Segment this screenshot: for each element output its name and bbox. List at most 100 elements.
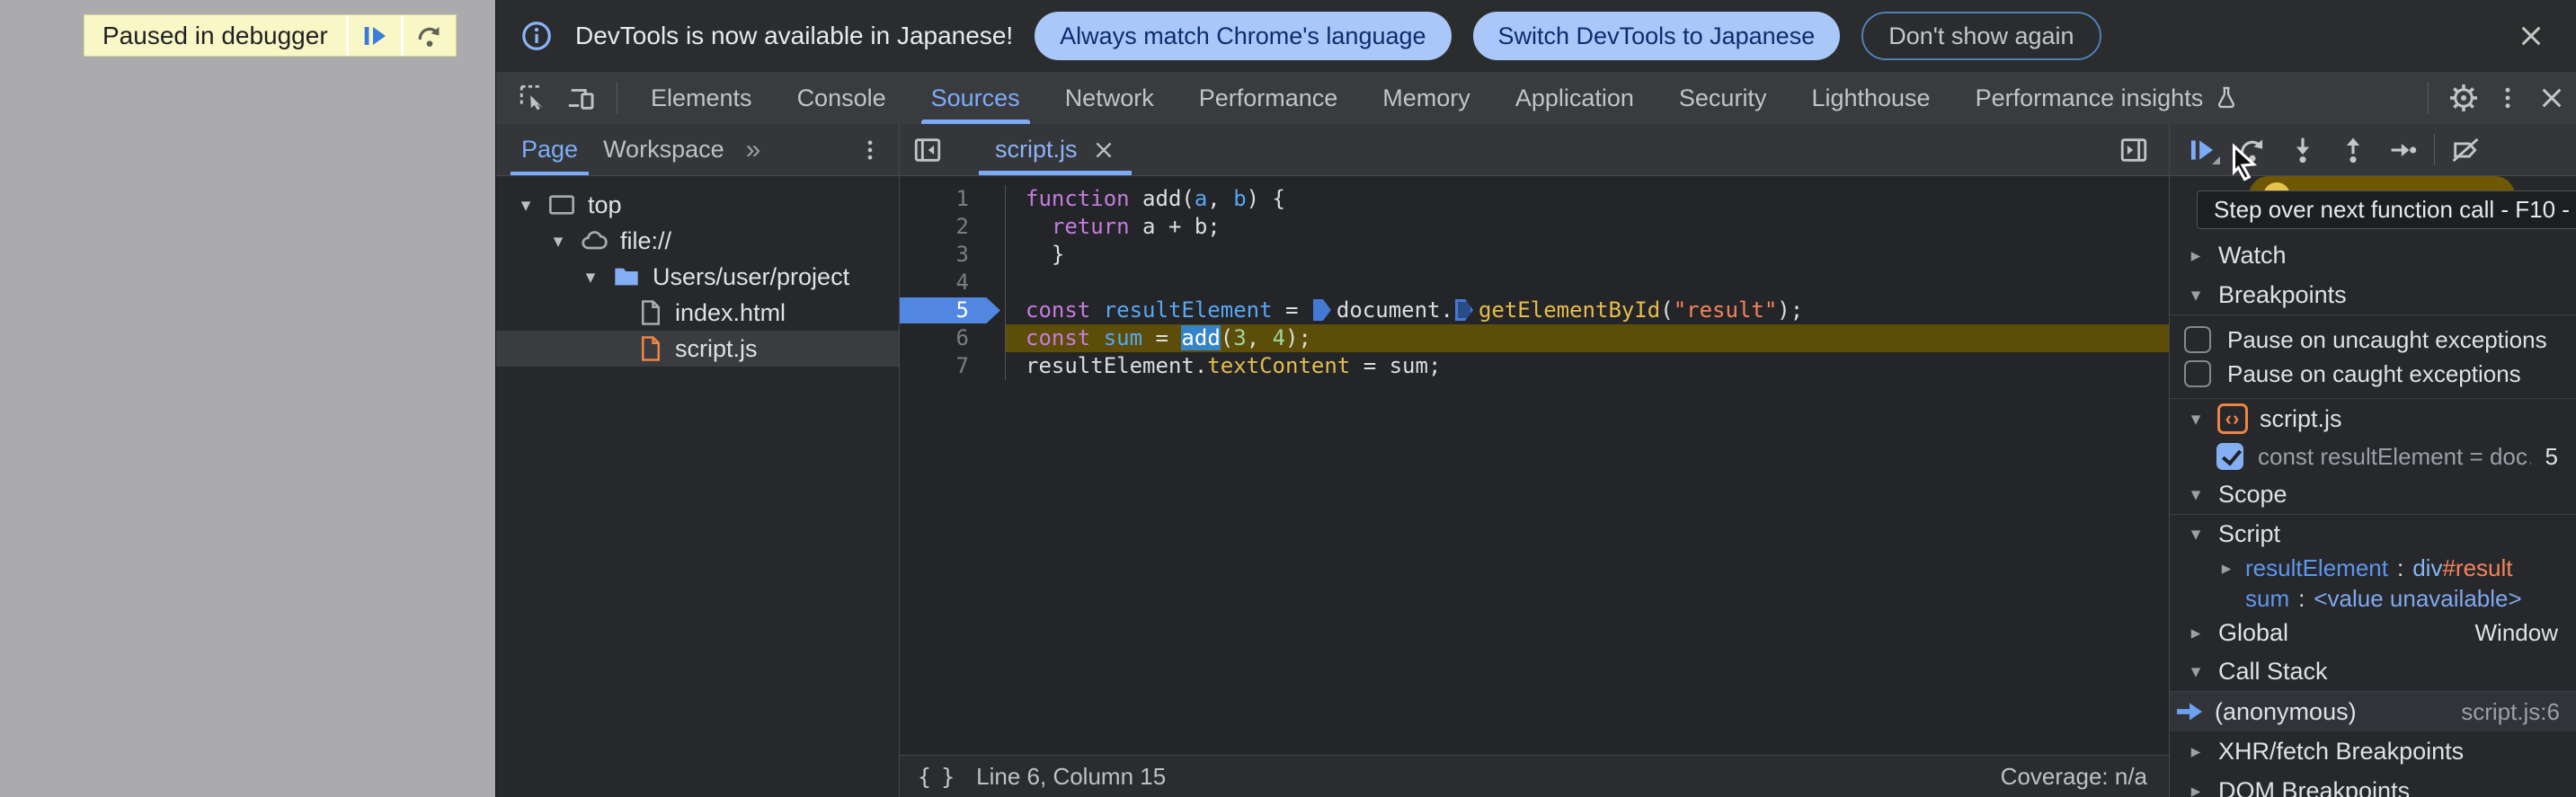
coverage-status[interactable]: Coverage: n/a <box>2001 763 2147 791</box>
step-over-button-banner[interactable] <box>404 15 456 56</box>
tree-item-index-html[interactable]: index.html <box>496 295 899 331</box>
step-button[interactable] <box>2378 124 2429 175</box>
section-scope[interactable]: ▾ Scope <box>2170 474 2576 514</box>
always-match-language-button[interactable]: Always match Chrome's language <box>1035 12 1452 60</box>
devtools-window: DevTools is now available in Japanese! A… <box>495 0 2576 797</box>
dont-show-again-button[interactable]: Don't show again <box>1861 12 2101 60</box>
pause-uncaught-checkbox[interactable] <box>2184 326 2211 353</box>
switch-to-japanese-button[interactable]: Switch DevTools to Japanese <box>1472 12 1841 60</box>
step-into-button[interactable] <box>2278 124 2328 175</box>
cursor-position-label: Line 6, Column 15 <box>976 762 1167 790</box>
step-out-button[interactable] <box>2328 124 2378 175</box>
more-options-button[interactable] <box>2488 72 2527 124</box>
tab-security[interactable]: Security <box>1657 72 1790 124</box>
tab-sources[interactable]: Sources <box>909 72 1043 124</box>
editor-tab-strip: script.js <box>900 124 2169 176</box>
scope-script-group[interactable]: ▾ Script <box>2170 515 2576 553</box>
collapse-triangle: ▸ <box>2190 780 2201 797</box>
code-line: 2 return a + b; <box>900 213 2169 241</box>
gutter-line-number[interactable]: 7 <box>900 352 1006 380</box>
tree-item-top[interactable]: ▾ top <box>496 187 899 223</box>
expand-triangle: ▸ <box>2221 557 2232 579</box>
settings-button[interactable] <box>2439 72 2488 124</box>
code-text[interactable]: return a + b; <box>1006 213 2169 241</box>
code-line: 6 const sum = add(3, 4); <box>900 324 2169 352</box>
tab-network[interactable]: Network <box>1043 72 1177 124</box>
collapse-triangle: ▾ <box>2190 483 2201 505</box>
tree-item-script-js[interactable]: script.js <box>496 331 899 367</box>
info-icon <box>520 19 554 53</box>
collapse-navigator-button[interactable] <box>900 135 955 165</box>
section-dom-breakpoints[interactable]: ▸ DOM Breakpoints <box>2170 771 2576 797</box>
collapse-triangle: ▾ <box>2190 408 2201 429</box>
language-infobar: DevTools is now available in Japanese! A… <box>496 0 2576 72</box>
tab-memory[interactable]: Memory <box>1360 72 1493 124</box>
collapse-triangle: ▾ <box>2190 660 2201 682</box>
debugger-sections: ▸ Watch ▾ Breakpoints Pause on uncaught … <box>2170 176 2576 797</box>
section-xhr-breakpoints[interactable]: ▸ XHR/fetch Breakpoints <box>2170 731 2576 771</box>
scope-var-sum[interactable]: sum: <value unavailable> <box>2170 583 2576 614</box>
infobar-close-button[interactable] <box>2517 22 2545 50</box>
breakpoint-entry[interactable]: const resultElement = doc… 5 <box>2170 438 2576 474</box>
step-out-icon <box>2338 135 2368 165</box>
inspect-element-button[interactable] <box>509 72 557 124</box>
tab-workspace[interactable]: Workspace <box>591 124 737 175</box>
close-devtools-button[interactable] <box>2527 72 2576 124</box>
more-tabs-chevrons[interactable]: » <box>746 135 761 165</box>
gutter-line-number[interactable]: 3 <box>900 241 1006 269</box>
tab-elements[interactable]: Elements <box>628 72 775 124</box>
scope-global-group[interactable]: ▸ Global Window <box>2170 614 2576 651</box>
code-lines: 1 function add(a, b) {2 return a + b; 3 } 4… <box>900 176 2169 755</box>
code-text[interactable]: resultElement.textContent = sum; <box>1006 352 2169 380</box>
breakpoint-enabled-checkbox[interactable] <box>2216 443 2243 470</box>
deactivate-breakpoints-button[interactable] <box>2440 124 2491 175</box>
step-icon <box>2388 135 2419 165</box>
section-breakpoints[interactable]: ▾ Breakpoints <box>2170 275 2576 314</box>
expand-triangle[interactable]: ▾ <box>548 230 568 252</box>
expand-triangle[interactable]: ▾ <box>516 194 536 217</box>
step-over-icon <box>415 22 444 50</box>
tree-item-file-protocol[interactable]: ▾ file:// <box>496 223 899 259</box>
toolbar-separator <box>2428 82 2429 114</box>
gutter-line-number[interactable]: 6 <box>900 324 1006 352</box>
resume-script-execution-button[interactable] <box>2177 124 2227 175</box>
tab-application[interactable]: Application <box>1493 72 1657 124</box>
editor-tab-script-js[interactable]: script.js <box>972 124 1139 175</box>
panel-collapse-right-icon <box>2119 135 2149 165</box>
gutter-line-number[interactable]: 1 <box>900 185 1006 213</box>
tab-page[interactable]: Page <box>509 124 591 175</box>
section-watch[interactable]: ▸ Watch <box>2170 235 2576 275</box>
close-icon <box>2537 84 2566 112</box>
code-text[interactable] <box>1006 269 2169 297</box>
code-text[interactable]: function add(a, b) { <box>1006 185 2169 213</box>
tab-performance[interactable]: Performance <box>1177 72 1361 124</box>
tab-lighthouse[interactable]: Lighthouse <box>1789 72 1952 124</box>
scope-var-resultelement[interactable]: ▸ resultElement: div#result <box>2170 553 2576 583</box>
toggle-device-toolbar-button[interactable] <box>557 72 606 124</box>
gutter-line-number[interactable]: 4 <box>900 269 1006 297</box>
inline-breakpoint-marker-icon[interactable] <box>1454 299 1473 321</box>
section-call-stack[interactable]: ▾ Call Stack <box>2170 651 2576 691</box>
tab-performance-insights[interactable]: Performance insights <box>1953 72 2262 124</box>
gutter-line-number[interactable]: 2 <box>900 213 1006 241</box>
tree-item-project-folder[interactable]: ▾ Users/user/project <box>496 259 899 295</box>
device-toolbar-icon <box>566 83 597 113</box>
screenshot-root: Paused in debugger DevTools is now avail… <box>0 0 2576 797</box>
inline-breakpoint-marker-icon[interactable] <box>1312 299 1331 321</box>
breakpoint-gutter[interactable]: 5 <box>900 297 1006 324</box>
pause-caught-checkbox[interactable] <box>2184 360 2211 387</box>
pretty-print-button[interactable]: { } <box>918 764 955 790</box>
code-text[interactable]: } <box>1006 241 2169 269</box>
call-stack-frame[interactable]: (anonymous) script.js:6 <box>2170 692 2576 731</box>
expand-triangle[interactable]: ▾ <box>581 266 600 288</box>
code-text[interactable]: const resultElement = document. getElemen… <box>1006 297 2169 324</box>
collapse-debugger-button[interactable] <box>2106 124 2162 175</box>
editor-status-bar: { } Line 6, Column 15 Coverage: n/a <box>900 755 2169 797</box>
breakpoint-file-group[interactable]: ▾ ‹› script.js <box>2170 399 2576 438</box>
resume-script-button[interactable] <box>349 15 401 56</box>
close-tab-icon[interactable] <box>1092 138 1115 162</box>
code-text[interactable]: const sum = add(3, 4); <box>1006 324 2169 352</box>
devtools-tab-bar: Elements Console Sources Network Perform… <box>496 72 2576 124</box>
navigator-more-options-button[interactable] <box>857 137 883 163</box>
tab-console[interactable]: Console <box>775 72 909 124</box>
